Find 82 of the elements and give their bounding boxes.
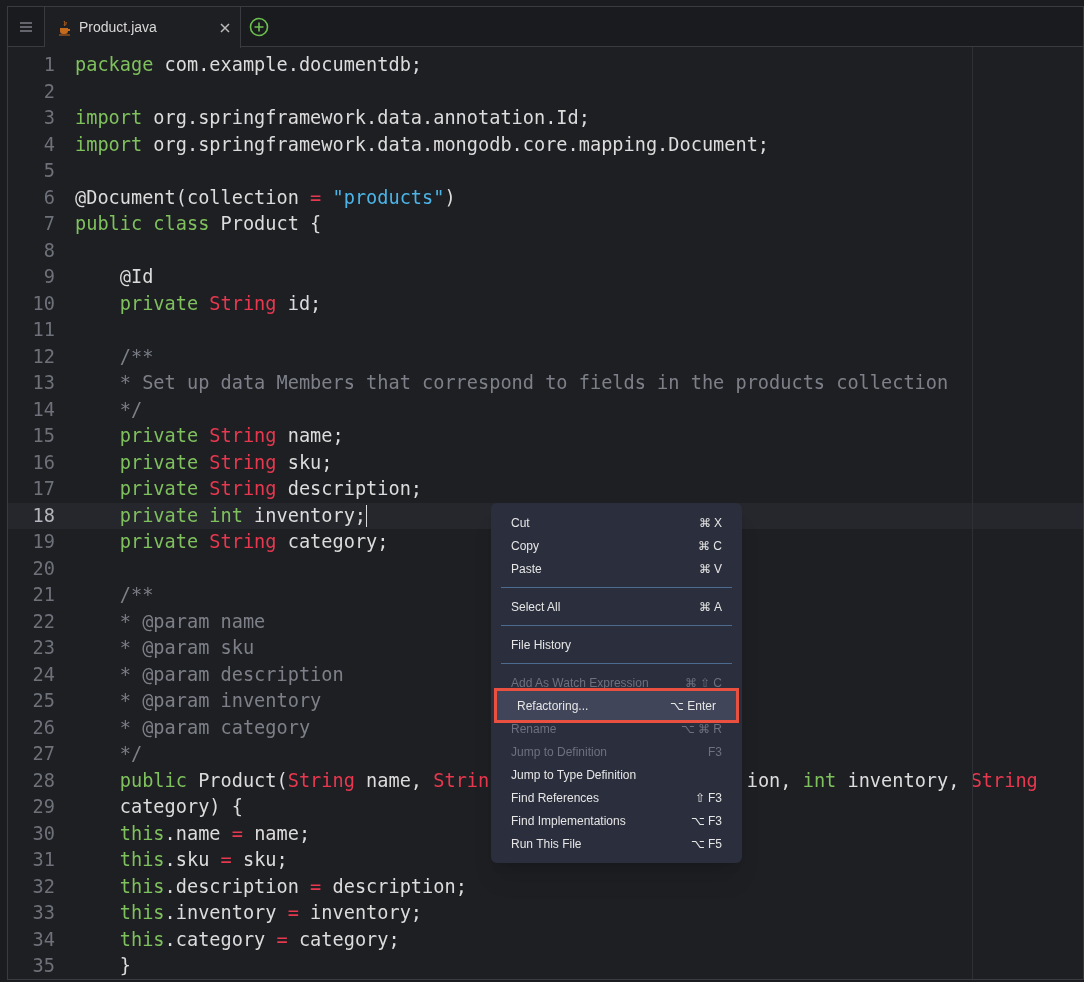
line-number: 20 <box>31 556 55 581</box>
line-number: 16 <box>31 450 55 475</box>
code-line: * @param inventory <box>118 689 322 713</box>
file-tab[interactable]: Product.java <box>45 7 241 48</box>
menu-item[interactable]: Cut ⌘ X <box>491 511 742 534</box>
line-number: 24 <box>31 662 55 687</box>
code-line: private String category; <box>118 530 389 554</box>
line-number: 1 <box>42 53 55 77</box>
line-number: 8 <box>42 238 55 263</box>
line-number: 30 <box>31 821 55 846</box>
code-line: this.description = description; <box>118 874 467 899</box>
line-number: 31 <box>31 848 55 872</box>
menu-item[interactable]: Run This File ⌥ F5 <box>491 832 742 855</box>
line-number: 6 <box>42 185 55 210</box>
code-line: private String name; <box>118 424 344 448</box>
code-line: package com.example.documentdb; <box>75 53 423 77</box>
code-line: private String description; <box>118 477 423 501</box>
menu-item[interactable]: Jump to Type Definition <box>491 763 742 786</box>
line-number: 14 <box>31 397 55 422</box>
line-number: 13 <box>31 371 55 395</box>
text-cursor <box>366 504 368 527</box>
menu-item[interactable]: Paste ⌘ V <box>491 557 742 580</box>
line-number: 11 <box>31 318 55 342</box>
code-line: this.sku = sku; <box>118 848 288 872</box>
code-line: /** <box>118 583 154 607</box>
line-number: 2 <box>42 79 55 104</box>
line-number: 9 <box>42 265 55 289</box>
line-number: 21 <box>31 583 55 607</box>
code-line: this.category = category; <box>118 927 400 952</box>
line-number: 33 <box>31 901 55 925</box>
line-number: 34 <box>31 927 55 952</box>
line-number: 3 <box>42 106 55 130</box>
code-line: } <box>118 954 131 978</box>
code-line: private String sku; <box>118 450 333 475</box>
menu-item[interactable]: Refactoring... ⌥ Enter <box>497 691 736 720</box>
code-line: private int inventory; <box>118 503 367 528</box>
code-line: * @param sku <box>118 636 255 660</box>
code-line: @Id <box>118 265 154 289</box>
code-line: public Product(String name, Strin <box>118 768 490 793</box>
menu-item[interactable]: Select All ⌘ A <box>491 595 742 618</box>
line-number: 18 <box>31 503 55 528</box>
line-number: 28 <box>31 768 55 793</box>
line-number: 22 <box>31 609 55 634</box>
code-line: */ <box>118 397 143 422</box>
code-line: this.inventory = inventory; <box>118 901 423 925</box>
code-line: * @param category <box>118 715 311 740</box>
add-icon <box>249 16 269 37</box>
code-line: * @param description <box>118 662 344 687</box>
line-number: 25 <box>31 689 55 713</box>
line-number: 29 <box>31 795 55 819</box>
menu-item[interactable]: File History <box>491 633 742 656</box>
line-number: 5 <box>42 159 55 183</box>
code-line: import org.springframework.data.mongodb.core.mapping.Document; <box>75 132 770 157</box>
coffee-cup-icon <box>59 19 71 36</box>
code-line: */ <box>118 742 143 766</box>
close-icon[interactable] <box>220 22 230 33</box>
line-number: 15 <box>31 424 55 448</box>
line-number: 12 <box>31 344 55 369</box>
code-line: * @param name <box>118 609 266 634</box>
menu-icon <box>20 21 32 32</box>
code-line: this.name = name; <box>118 821 311 846</box>
code-line: category) { <box>118 795 243 819</box>
line-number: 35 <box>31 954 55 978</box>
line-number: 27 <box>31 742 55 766</box>
line-number: 4 <box>42 132 55 157</box>
line-number: 23 <box>31 636 55 660</box>
code-line: /** <box>118 344 154 369</box>
code-line: import org.springframework.data.annotation.Id; <box>75 106 590 130</box>
code-line: ion, int inventory, String <box>746 768 1038 793</box>
code-line: @Document(collection = "products") <box>75 185 456 210</box>
line-number: 17 <box>31 477 55 501</box>
line-number: 32 <box>31 874 55 899</box>
line-number: 19 <box>31 530 55 554</box>
menu-item[interactable]: Copy ⌘ C <box>491 534 742 557</box>
menu-item[interactable]: Find References ⇧ F3 <box>491 786 742 809</box>
menu-item[interactable]: Find Implementations ⌥ F3 <box>491 809 742 832</box>
line-number: 10 <box>31 291 55 316</box>
code-line: public class Product { <box>75 212 322 236</box>
code-line: private String id; <box>118 291 322 316</box>
line-number: 26 <box>31 715 55 740</box>
code-line: * Set up data Members that correspond to fields in the products collection <box>118 371 949 395</box>
line-number: 7 <box>42 212 55 236</box>
